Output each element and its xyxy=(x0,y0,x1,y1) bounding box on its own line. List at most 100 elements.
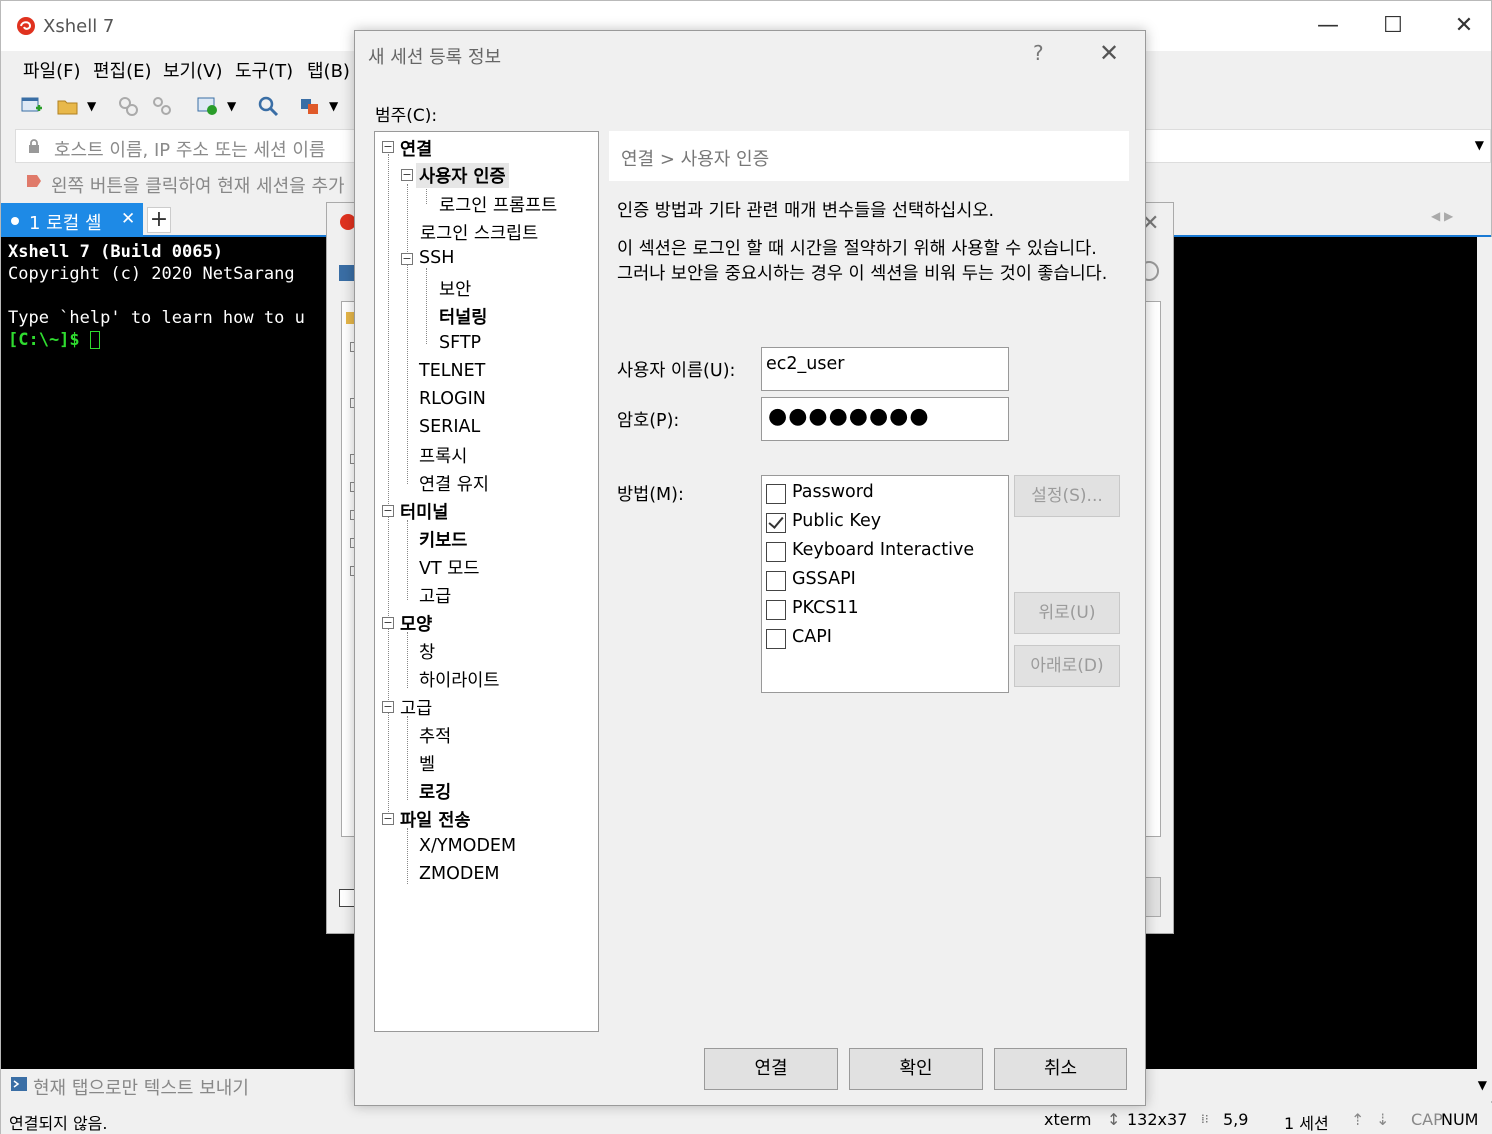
method-checkbox[interactable] xyxy=(766,629,786,649)
tree-item-xymodem[interactable]: X/YMODEM xyxy=(419,836,516,856)
expander-icon[interactable]: − xyxy=(382,617,394,629)
cancel-button[interactable]: 취소 xyxy=(994,1048,1127,1090)
method-checkbox[interactable] xyxy=(766,484,786,504)
xshell-logo-icon xyxy=(17,17,35,35)
tree-connector xyxy=(407,716,408,800)
setup-button[interactable]: 설정(S)... xyxy=(1014,475,1120,517)
menu-file[interactable]: 파일(F) xyxy=(23,57,81,83)
status-cursor-pos: 5,9 xyxy=(1223,1110,1249,1129)
tree-item-connection[interactable]: 연결 xyxy=(400,136,432,161)
tree-connector xyxy=(388,154,389,824)
tree-item-tunneling[interactable]: 터널링 xyxy=(439,304,487,329)
expander-icon[interactable]: − xyxy=(401,253,413,265)
tree-item-terminal-advanced[interactable]: 고급 xyxy=(419,583,451,608)
tree-item-serial[interactable]: SERIAL xyxy=(419,417,480,437)
tree-item-advanced[interactable]: 고급 xyxy=(400,695,432,720)
tab-local-shell[interactable]: 1 로컬 셸 ✕ xyxy=(1,203,143,237)
breadcrumb-text: 연결 > 사용자 인증 xyxy=(621,149,770,170)
tree-item-proxy[interactable]: 프록시 xyxy=(419,443,467,468)
method-checkbox[interactable] xyxy=(766,571,786,591)
tree-item-zmodem[interactable]: ZMODEM xyxy=(419,864,500,884)
tree-item-vt-mode[interactable]: VT 모드 xyxy=(419,555,479,580)
tree-item-bell[interactable]: 벨 xyxy=(419,751,435,776)
status-sessions: 1 세션 xyxy=(1284,1114,1329,1133)
method-label-text: Keyboard Interactive xyxy=(792,540,975,560)
status-caps: CAP xyxy=(1411,1110,1443,1129)
tree-item-security[interactable]: 보안 xyxy=(439,276,471,301)
expander-icon[interactable]: − xyxy=(382,701,394,713)
password-input[interactable]: ●●●●●●●● xyxy=(761,397,1009,441)
expander-icon[interactable]: − xyxy=(382,141,394,153)
expander-icon[interactable]: − xyxy=(382,813,394,825)
password-value: ●●●●●●●● xyxy=(768,404,930,429)
tree-item-telnet[interactable]: TELNET xyxy=(419,361,485,381)
method-label-text: CAPI xyxy=(792,627,832,647)
expander-icon[interactable]: − xyxy=(401,169,413,181)
disconnect-icon[interactable] xyxy=(151,95,173,117)
hint-text: 왼쪽 버튼을 클릭하여 현재 세션을 추가 xyxy=(51,176,345,197)
transfer-icon[interactable] xyxy=(299,95,321,117)
method-checkbox[interactable] xyxy=(766,513,786,533)
tree-item-login-script[interactable]: 로그인 스크립트 xyxy=(420,220,538,245)
minimize-button[interactable]: — xyxy=(1313,11,1343,41)
terminal-prompt: [C:\~]$ xyxy=(8,330,90,350)
terminal-scrollbar[interactable] xyxy=(1477,237,1492,1069)
open-dropdown-icon[interactable]: ▼ xyxy=(87,99,109,121)
close-button[interactable]: ✕ xyxy=(1449,11,1479,41)
send-dropdown-icon[interactable]: ▼ xyxy=(1478,1078,1487,1092)
password-label: 암호(P): xyxy=(617,411,680,431)
dialog-title: 새 세션 등록 정보 xyxy=(368,47,502,68)
username-input[interactable]: ec2_user xyxy=(761,347,1009,391)
new-session-icon[interactable] xyxy=(21,95,43,117)
dialog-close-icon[interactable]: ✕ xyxy=(1099,39,1119,67)
tree-connector xyxy=(407,632,408,688)
app-title: Xshell 7 xyxy=(43,16,115,37)
method-checkbox[interactable] xyxy=(766,600,786,620)
session-down-icon[interactable]: ⇣ xyxy=(1376,1110,1389,1129)
move-up-button[interactable]: 위로(U) xyxy=(1014,592,1120,634)
tree-item-keyboard[interactable]: 키보드 xyxy=(419,527,467,552)
tree-connector xyxy=(407,520,408,600)
menu-tools[interactable]: 도구(T) xyxy=(235,57,293,83)
tree-item-trace[interactable]: 추적 xyxy=(419,723,451,748)
transfer-dropdown-icon[interactable]: ▼ xyxy=(329,99,351,121)
tree-item-login-prompt[interactable]: 로그인 프롬프트 xyxy=(439,192,557,217)
menu-view[interactable]: 보기(V) xyxy=(163,57,222,83)
tree-item-ssh[interactable]: SSH xyxy=(419,248,454,268)
tree-connector xyxy=(407,828,408,884)
expander-icon[interactable]: − xyxy=(382,505,394,517)
ok-button[interactable]: 확인 xyxy=(849,1048,983,1090)
tab-close-icon[interactable]: ✕ xyxy=(121,209,135,229)
tree-item-sftp[interactable]: SFTP xyxy=(439,333,481,353)
properties-dropdown-icon[interactable]: ▼ xyxy=(227,99,249,121)
add-tab-button[interactable]: + xyxy=(147,207,171,233)
maximize-button[interactable]: ☐ xyxy=(1378,11,1408,41)
tab-status-dot xyxy=(11,217,19,225)
address-dropdown-icon[interactable]: ▼ xyxy=(1475,138,1484,152)
menu-tab[interactable]: 탭(B) xyxy=(307,57,350,83)
status-size: 132x37 xyxy=(1127,1110,1188,1129)
reconnect-icon[interactable] xyxy=(117,95,139,117)
connect-button[interactable]: 연결 xyxy=(704,1048,838,1090)
tree-item-rlogin[interactable]: RLOGIN xyxy=(419,389,486,409)
tree-item-highlight[interactable]: 하이라이트 xyxy=(419,667,500,692)
tree-item-appearance[interactable]: 모양 xyxy=(400,611,432,636)
move-down-button[interactable]: 아래로(D) xyxy=(1014,645,1120,687)
tree-item-logging[interactable]: 로깅 xyxy=(419,779,451,804)
find-icon[interactable] xyxy=(257,95,279,117)
tree-item-file-transfer[interactable]: 파일 전송 xyxy=(400,807,471,832)
menu-edit[interactable]: 편집(E) xyxy=(93,57,152,83)
method-label-text: GSSAPI xyxy=(792,569,856,589)
tree-item-terminal[interactable]: 터미널 xyxy=(400,499,448,524)
tab-scroll-left-icon[interactable]: ◀ ▶ xyxy=(1431,209,1453,223)
help-icon[interactable]: ? xyxy=(1033,41,1044,65)
status-num: NUM xyxy=(1441,1110,1479,1129)
tree-item-window[interactable]: 창 xyxy=(419,639,435,664)
properties-icon[interactable] xyxy=(197,95,219,117)
open-folder-icon[interactable] xyxy=(57,95,79,117)
method-checkbox[interactable] xyxy=(766,542,786,562)
tree-item-keepalive[interactable]: 연결 유지 xyxy=(419,471,489,496)
method-label-text: Password xyxy=(792,482,874,502)
session-up-icon[interactable]: ⇡ xyxy=(1351,1110,1364,1129)
tree-item-user-auth[interactable]: 사용자 인증 xyxy=(416,163,509,188)
